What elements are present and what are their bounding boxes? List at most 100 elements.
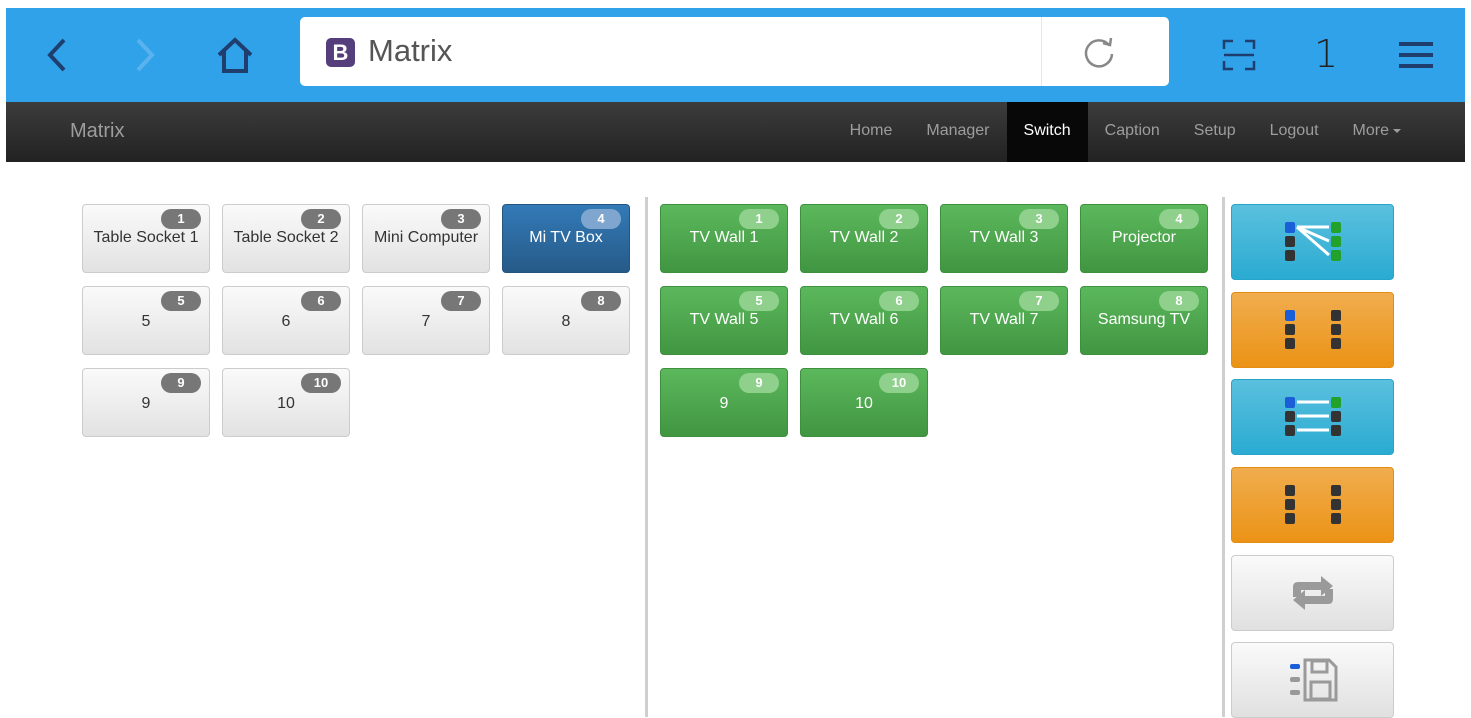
menu-button[interactable] bbox=[1391, 30, 1441, 80]
navbar-brand[interactable]: Matrix bbox=[70, 120, 124, 143]
input-number-badge: 2 bbox=[301, 209, 341, 229]
input-button-selected[interactable]: 4 Mi TV Box bbox=[502, 204, 630, 273]
output-label: TV Wall 6 bbox=[829, 311, 899, 328]
output-button[interactable]: 99 bbox=[660, 368, 788, 437]
output-number-badge: 5 bbox=[739, 291, 779, 311]
output-button[interactable]: 5 TV Wall 5 bbox=[660, 286, 788, 355]
input-label: Table Socket 1 bbox=[93, 229, 199, 246]
nav-more-label: More bbox=[1352, 122, 1389, 139]
disconnect-one-button[interactable] bbox=[1231, 292, 1394, 368]
output-number-badge: 8 bbox=[1159, 291, 1199, 311]
input-label: 7 bbox=[421, 313, 431, 330]
output-label: TV Wall 1 bbox=[689, 229, 759, 246]
home-icon bbox=[217, 37, 253, 73]
input-label: Table Socket 2 bbox=[233, 229, 339, 246]
input-button[interactable]: 99 bbox=[82, 368, 210, 437]
output-number-badge: 9 bbox=[739, 373, 779, 393]
home-button[interactable] bbox=[210, 30, 260, 80]
output-number-badge: 2 bbox=[879, 209, 919, 229]
one-to-one-icon bbox=[1284, 397, 1341, 436]
input-label: Mi TV Box bbox=[529, 229, 603, 246]
column-divider bbox=[645, 197, 648, 717]
disconnect-all-button[interactable] bbox=[1231, 467, 1394, 543]
output-button[interactable]: 4 Projector bbox=[1080, 204, 1208, 273]
navbar-links: Home Manager Switch Caption Setup Logout… bbox=[833, 102, 1465, 162]
input-label: 5 bbox=[141, 313, 151, 330]
address-divider bbox=[1041, 17, 1042, 86]
menu-icon bbox=[1399, 42, 1433, 68]
output-label: TV Wall 5 bbox=[689, 311, 759, 328]
output-button[interactable]: 8 Samsung TV bbox=[1080, 286, 1208, 355]
output-button[interactable]: 7 TV Wall 7 bbox=[940, 286, 1068, 355]
input-number-badge: 7 bbox=[441, 291, 481, 311]
output-label: Samsung TV bbox=[1097, 311, 1191, 328]
output-label: TV Wall 7 bbox=[969, 311, 1039, 328]
back-icon bbox=[47, 38, 66, 72]
output-label: TV Wall 2 bbox=[829, 229, 899, 246]
input-number-badge: 3 bbox=[441, 209, 481, 229]
nav-logout[interactable]: Logout bbox=[1253, 102, 1336, 162]
input-number-badge: 8 bbox=[581, 291, 621, 311]
input-button[interactable]: 1 Table Socket 1 bbox=[82, 204, 210, 273]
column-divider bbox=[1222, 197, 1225, 717]
forward-button[interactable] bbox=[120, 30, 170, 80]
nav-home[interactable]: Home bbox=[833, 102, 910, 162]
input-number-badge: 4 bbox=[581, 209, 621, 229]
output-label: 10 bbox=[855, 395, 873, 412]
caret-down-icon bbox=[1393, 128, 1401, 133]
input-button[interactable]: 66 bbox=[222, 286, 350, 355]
input-button[interactable]: 55 bbox=[82, 286, 210, 355]
nav-manager[interactable]: Manager bbox=[909, 102, 1006, 162]
output-label: 9 bbox=[719, 395, 729, 412]
output-number-badge: 6 bbox=[879, 291, 919, 311]
output-button[interactable]: 6 TV Wall 6 bbox=[800, 286, 928, 355]
output-number-badge: 1 bbox=[739, 209, 779, 229]
one-to-all-button[interactable] bbox=[1231, 204, 1394, 280]
scan-icon bbox=[1222, 39, 1256, 71]
input-label: 9 bbox=[141, 395, 151, 412]
input-number-badge: 1 bbox=[161, 209, 201, 229]
output-button[interactable]: 2 TV Wall 2 bbox=[800, 204, 928, 273]
input-button[interactable]: 88 bbox=[502, 286, 630, 355]
page-title: Matrix bbox=[368, 33, 453, 68]
output-number-badge: 3 bbox=[1019, 209, 1059, 229]
scan-button[interactable] bbox=[1214, 30, 1264, 80]
input-button[interactable]: 77 bbox=[362, 286, 490, 355]
disconnect-all-icon bbox=[1284, 485, 1341, 524]
one-to-one-button[interactable] bbox=[1231, 379, 1394, 455]
save-scene-icon bbox=[1289, 658, 1337, 702]
output-button[interactable]: 10 10 bbox=[800, 368, 928, 437]
input-number-badge: 5 bbox=[161, 291, 201, 311]
output-number-badge: 4 bbox=[1159, 209, 1199, 229]
input-label: Mini Computer bbox=[373, 229, 479, 246]
input-number-badge: 10 bbox=[301, 373, 341, 393]
reload-icon[interactable] bbox=[1082, 35, 1116, 69]
input-label: 6 bbox=[281, 313, 291, 330]
output-number-badge: 10 bbox=[879, 373, 919, 393]
nav-setup[interactable]: Setup bbox=[1177, 102, 1253, 162]
input-button[interactable]: 10 10 bbox=[222, 368, 350, 437]
input-label: 10 bbox=[277, 395, 295, 412]
output-number-badge: 7 bbox=[1019, 291, 1059, 311]
back-button[interactable] bbox=[32, 30, 82, 80]
input-button[interactable]: 2 Table Socket 2 bbox=[222, 204, 350, 273]
refresh-button[interactable] bbox=[1231, 555, 1394, 631]
refresh-icon bbox=[1292, 576, 1333, 610]
output-label: TV Wall 3 bbox=[969, 229, 1039, 246]
input-number-badge: 9 bbox=[161, 373, 201, 393]
nav-more[interactable]: More bbox=[1336, 102, 1465, 162]
nav-caption[interactable]: Caption bbox=[1088, 102, 1177, 162]
address-bar[interactable]: B Matrix bbox=[300, 17, 1169, 86]
output-button[interactable]: 1 TV Wall 1 bbox=[660, 204, 788, 273]
input-number-badge: 6 bbox=[301, 291, 341, 311]
output-button[interactable]: 3 TV Wall 3 bbox=[940, 204, 1068, 273]
browser-toolbar: B Matrix 1 bbox=[6, 8, 1465, 102]
one-to-all-icon bbox=[1284, 222, 1341, 261]
tab-count[interactable]: 1 bbox=[1314, 32, 1338, 76]
nav-switch[interactable]: Switch bbox=[1006, 102, 1088, 162]
forward-icon bbox=[136, 38, 155, 72]
disconnect-one-icon bbox=[1284, 310, 1341, 349]
input-button[interactable]: 3 Mini Computer bbox=[362, 204, 490, 273]
save-scene-button[interactable] bbox=[1231, 642, 1394, 718]
input-label: 8 bbox=[561, 313, 571, 330]
